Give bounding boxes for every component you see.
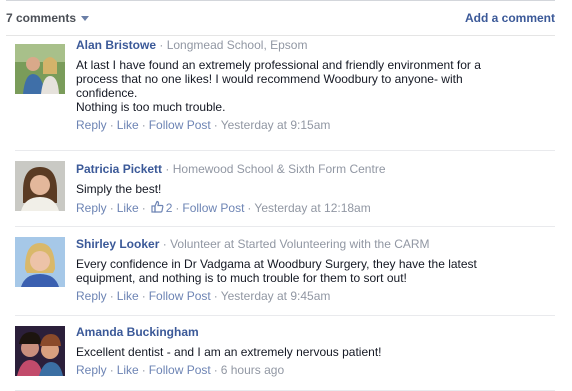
avatar-photo	[15, 326, 65, 376]
comments-header: 7 comments Add a comment	[6, 0, 555, 36]
comment-actions: Reply · Like · Follow Post · Yesterday a…	[76, 118, 555, 133]
separator-dot: ·	[141, 289, 146, 303]
comment-actions: Reply · Like · Follow Post · 6 hours ago	[76, 363, 555, 378]
comment-text-line: process that no one likes! I would recom…	[76, 72, 463, 86]
reply-link[interactable]: Reply	[76, 363, 107, 378]
comment-text-line: Every confidence in Dr Vadgama at Woodbu…	[76, 257, 477, 271]
like-count[interactable]: 2	[166, 201, 173, 216]
comment-count-label: 7 comments	[6, 11, 77, 25]
separator-dot: ·	[109, 363, 114, 377]
timestamp-link[interactable]: Yesterday at 12:18am	[254, 201, 370, 216]
like-link[interactable]: Like	[117, 118, 139, 133]
comment-item: Amanda Buckingham Excellent dentist - an…	[15, 316, 555, 391]
separator-dot: ·	[213, 363, 218, 377]
like-link[interactable]: Like	[117, 363, 139, 378]
comment-author-link[interactable]: Amanda Buckingham	[76, 325, 199, 339]
comment-actions: Reply · Like · 2 · Follow Post · Yesterd…	[76, 200, 555, 217]
like-link[interactable]: Like	[117, 201, 139, 216]
comment-count-dropdown[interactable]: 7 comments	[6, 11, 90, 25]
comment-item: Patricia Pickett · Homewood School & Six…	[15, 151, 555, 227]
separator-dot: ·	[141, 118, 146, 132]
comment-list: Alan Bristowe · Longmead School, Epsom A…	[15, 36, 555, 391]
comment-text-line: Excellent dentist - and I am an extremel…	[76, 345, 382, 359]
comment-affiliation[interactable]: Volunteer at Started Volunteering with t…	[170, 237, 429, 251]
avatar[interactable]	[15, 326, 65, 376]
separator-dot: ·	[247, 201, 252, 215]
avatar-photo	[15, 44, 65, 94]
comment-text-line: At last I have found an extremely profes…	[76, 58, 481, 72]
comment-author-link[interactable]: Patricia Pickett	[76, 162, 162, 176]
separator-dot: ·	[213, 118, 218, 132]
comment-text-line: Nothing is too much trouble.	[76, 100, 226, 114]
follow-post-link[interactable]: Follow Post	[149, 118, 211, 133]
comment-affiliation[interactable]: Longmead School, Epsom	[167, 38, 308, 52]
separator-dot: ·	[109, 289, 114, 303]
comment-text-line: Simply the best!	[76, 182, 162, 196]
comment-affiliation[interactable]: Homewood School & Sixth Form Centre	[173, 162, 386, 176]
reply-link[interactable]: Reply	[76, 118, 107, 133]
comment-text-line: equipment, and nothing is to much troubl…	[76, 271, 407, 285]
comment-actions: Reply · Like · Follow Post · Yesterday a…	[76, 289, 555, 304]
comment-item: Shirley Looker · Volunteer at Started Vo…	[15, 227, 555, 316]
comment-text-line: confidence.	[76, 86, 138, 100]
comment-author-link[interactable]: Shirley Looker	[76, 237, 159, 251]
comment-item: Alan Bristowe · Longmead School, Epsom A…	[15, 36, 555, 151]
separator-dot: ·	[109, 201, 114, 215]
thumbs-up-icon[interactable]	[151, 200, 164, 217]
separator-dot: ·	[141, 363, 146, 377]
avatar[interactable]	[15, 44, 65, 94]
follow-post-link[interactable]: Follow Post	[182, 201, 244, 216]
comment-text: Simply the best!	[76, 182, 555, 196]
avatar[interactable]	[15, 161, 65, 211]
comment-text: Every confidence in Dr Vadgama at Woodbu…	[76, 257, 555, 285]
separator-dot: ·	[159, 38, 164, 52]
comment-text: At last I have found an extremely profes…	[76, 58, 555, 114]
caret-down-icon	[81, 15, 90, 21]
timestamp-link[interactable]: Yesterday at 9:45am	[221, 289, 331, 304]
like-link[interactable]: Like	[117, 289, 139, 304]
timestamp-link[interactable]: 6 hours ago	[221, 363, 284, 378]
separator-dot: ·	[175, 201, 180, 215]
timestamp-link[interactable]: Yesterday at 9:15am	[221, 118, 331, 133]
follow-post-link[interactable]: Follow Post	[149, 289, 211, 304]
follow-post-link[interactable]: Follow Post	[149, 363, 211, 378]
separator-dot: ·	[141, 201, 146, 215]
separator-dot: ·	[109, 118, 114, 132]
comment-author-link[interactable]: Alan Bristowe	[76, 38, 156, 52]
add-comment-link[interactable]: Add a comment	[465, 11, 555, 25]
avatar-photo	[15, 237, 65, 287]
separator-dot: ·	[165, 162, 170, 176]
avatar-photo	[15, 161, 65, 211]
comment-text: Excellent dentist - and I am an extremel…	[76, 345, 555, 359]
reply-link[interactable]: Reply	[76, 201, 107, 216]
reply-link[interactable]: Reply	[76, 289, 107, 304]
separator-dot: ·	[162, 237, 167, 251]
separator-dot: ·	[213, 289, 218, 303]
avatar[interactable]	[15, 237, 65, 287]
